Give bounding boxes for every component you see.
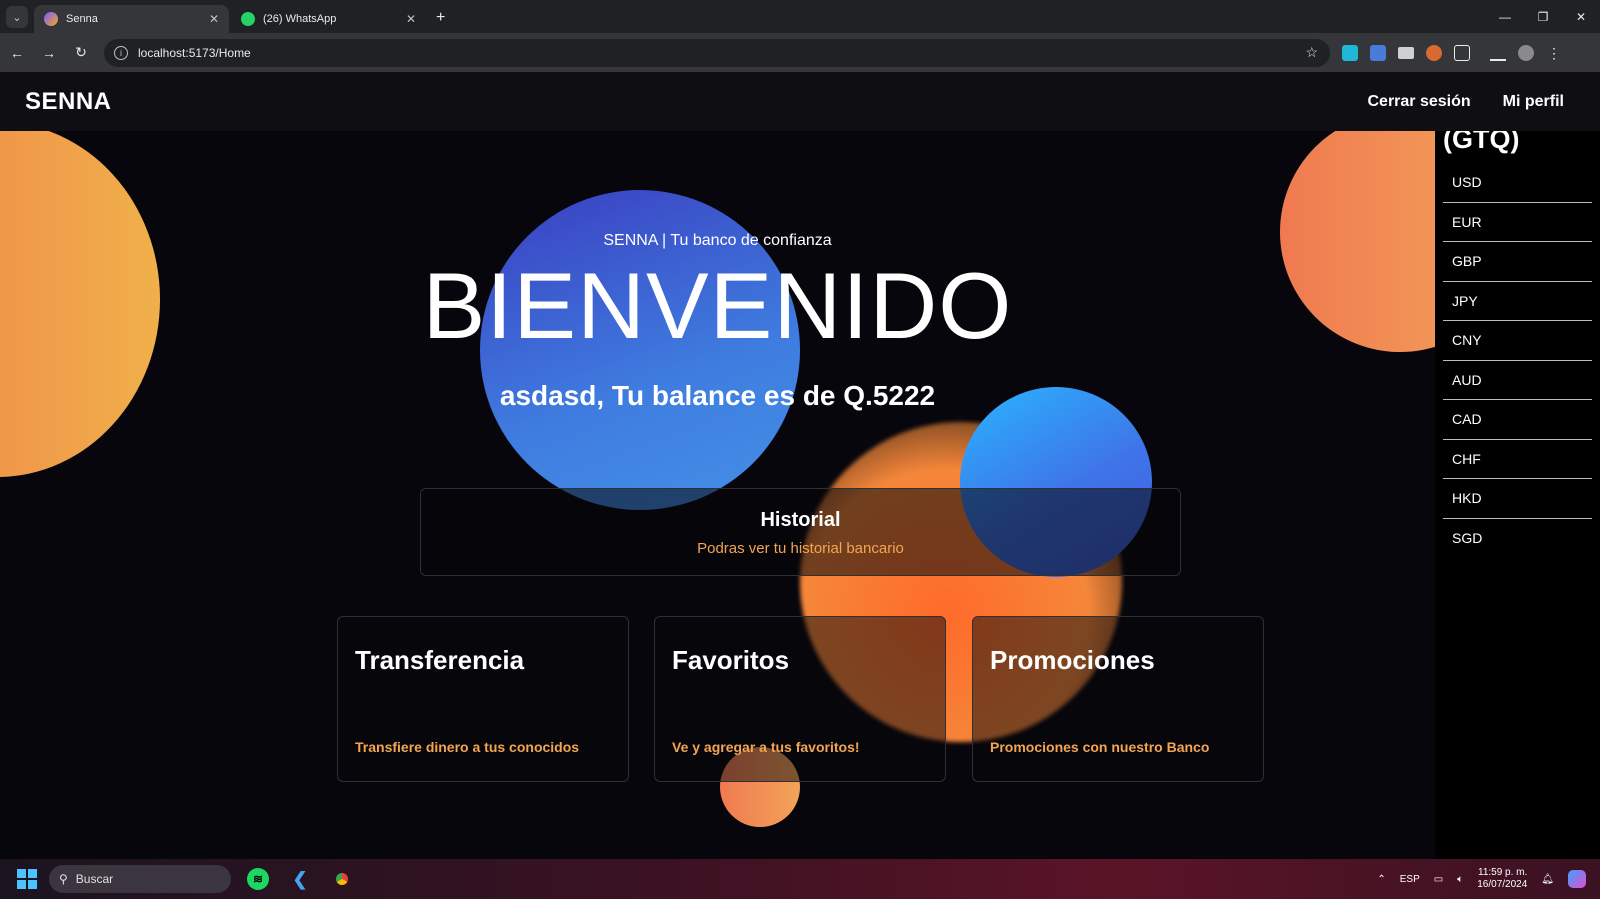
notification-bell-icon[interactable]: 🔔︎ — [1541, 874, 1554, 885]
avatar[interactable] — [1518, 44, 1534, 61]
tab-search-button[interactable]: ⌄ — [6, 6, 28, 28]
forward-icon[interactable]: → — [34, 45, 64, 61]
currency-item[interactable]: CNY — [1443, 321, 1592, 361]
extension-icon[interactable] — [1342, 44, 1358, 61]
currency-item[interactable]: EUR — [1443, 203, 1592, 242]
whatsapp-icon — [241, 12, 255, 26]
card-description: Transfiere dinero a tus conocidos — [355, 739, 580, 755]
back-icon[interactable]: ← — [2, 45, 32, 61]
bookmark-star-icon[interactable]: ☆ — [1305, 44, 1318, 61]
browser-tabbar: ⌄ Senna ✕ (26) WhatsApp ✕ + — ❐ ✕ — [0, 0, 1600, 33]
windows-start-icon[interactable] — [17, 869, 37, 889]
balance-text: asdasd, Tu balance es de Q.5222 — [499, 380, 936, 411]
extension-icon[interactable] — [1426, 44, 1442, 61]
copilot-icon[interactable] — [1568, 870, 1586, 888]
url-text: localhost:5173/Home — [138, 45, 251, 60]
spotify-icon[interactable]: ≋ — [247, 868, 269, 890]
puzzle-icon[interactable] — [1454, 44, 1470, 61]
new-tab-button[interactable]: + — [436, 9, 445, 27]
download-icon[interactable] — [1490, 45, 1506, 61]
tab-title: (26) WhatsApp — [263, 13, 337, 25]
card-title: Transferencia — [355, 645, 525, 675]
currency-item[interactable]: GBP — [1443, 242, 1592, 282]
taskbar-apps: ≋ ❮ — [247, 868, 353, 890]
address-bar[interactable]: i localhost:5173/Home ☆ — [104, 38, 1330, 67]
tab-senna[interactable]: Senna ✕ — [34, 5, 229, 33]
restore-icon[interactable]: ❐ — [1524, 0, 1562, 33]
currency-item[interactable]: SGD — [1443, 519, 1592, 559]
close-window-icon[interactable]: ✕ — [1562, 0, 1600, 33]
currency-item[interactable]: CAD — [1443, 400, 1592, 440]
favorites-card[interactable]: Favoritos Ve y agregar a tus favoritos! — [654, 616, 946, 782]
window-controls: — ❐ ✕ — [1486, 0, 1600, 33]
reload-icon[interactable]: ↻ — [66, 44, 96, 61]
tab-whatsapp[interactable]: (26) WhatsApp ✕ — [231, 5, 426, 33]
windows-taskbar: ⚲ Buscar ≋ ❮ ⌃ ESP ▭ 🔈︎ 11:59 p. m. 16/0… — [0, 859, 1600, 899]
history-card[interactable]: Historial Podras ver tu historial bancar… — [420, 488, 1181, 576]
currency-item[interactable]: HKD — [1443, 479, 1592, 519]
profile-link[interactable]: Mi perfil — [1503, 93, 1564, 111]
hero-subtitle: SENNA | Tu banco de confianza — [603, 232, 832, 249]
tab-title: Senna — [66, 13, 98, 25]
app-page: SENNA Cerrar sesión Mi perfil SENNA | Tu… — [0, 72, 1600, 859]
brand-logo[interactable]: SENNA — [25, 88, 112, 116]
chrome-icon[interactable] — [331, 868, 353, 890]
clock-time: 11:59 p. m. — [1478, 867, 1528, 878]
currency-sidebar: Cambio a Quetzales (GTQ) USD EUR GBP JPY… — [1435, 72, 1600, 859]
card-title: Favoritos — [672, 645, 790, 675]
minimize-icon[interactable]: — — [1486, 0, 1524, 33]
promotions-card[interactable]: Promociones Promociones con nuestro Banc… — [972, 616, 1264, 782]
currency-item[interactable]: AUD — [1443, 361, 1592, 400]
transfer-card[interactable]: Transferencia Transfiere dinero a tus co… — [337, 616, 629, 782]
hero-title: BIENVENIDO — [422, 253, 1013, 358]
currency-item[interactable]: USD — [1443, 163, 1592, 203]
logout-link[interactable]: Cerrar sesión — [1367, 93, 1470, 111]
vscode-icon[interactable]: ❮ — [289, 868, 311, 890]
taskbar-search-label: Buscar — [75, 872, 114, 886]
nav-links: Cerrar sesión Mi perfil — [1367, 93, 1564, 111]
search-icon: ⚲ — [59, 872, 68, 886]
chevron-up-icon[interactable]: ⌃ — [1377, 874, 1385, 885]
taskbar-search[interactable]: ⚲ Buscar — [49, 865, 231, 893]
card-description: Promociones con nuestro Banco — [990, 739, 1210, 755]
history-title: Historial — [760, 509, 841, 531]
history-description: Podras ver tu historial bancario — [697, 540, 904, 557]
network-icon[interactable]: ▭ — [1434, 874, 1443, 885]
close-icon[interactable]: ✕ — [209, 12, 219, 26]
language-indicator[interactable]: ESP — [1400, 874, 1420, 885]
clock[interactable]: 11:59 p. m. 16/07/2024 — [1477, 867, 1527, 891]
senna-favicon-icon — [44, 12, 58, 26]
currency-item[interactable]: CHF — [1443, 440, 1592, 479]
card-description: Ve y agregar a tus favoritos! — [672, 739, 860, 755]
navbar: SENNA Cerrar sesión Mi perfil — [0, 72, 1600, 131]
extension-icon[interactable] — [1398, 46, 1414, 59]
extensions-area: ⋮ — [1342, 44, 1562, 61]
browser-toolbar: ← → ↻ i localhost:5173/Home ☆ ⋮ — [0, 33, 1600, 72]
currency-list: USD EUR GBP JPY CNY AUD CAD CHF HKD SGD — [1443, 163, 1600, 558]
volume-icon[interactable]: 🔈︎ — [1457, 874, 1463, 885]
card-title: Promociones — [990, 645, 1155, 675]
translate-icon[interactable] — [1370, 44, 1386, 61]
system-tray: ⌃ ESP ▭ 🔈︎ 11:59 p. m. 16/07/2024 🔔︎ — [1377, 867, 1586, 891]
site-info-icon[interactable]: i — [114, 45, 128, 60]
clock-date: 16/07/2024 — [1477, 879, 1528, 890]
currency-item[interactable]: JPY — [1443, 282, 1592, 321]
menu-dots-icon[interactable]: ⋮ — [1546, 45, 1562, 61]
close-icon[interactable]: ✕ — [406, 12, 416, 26]
